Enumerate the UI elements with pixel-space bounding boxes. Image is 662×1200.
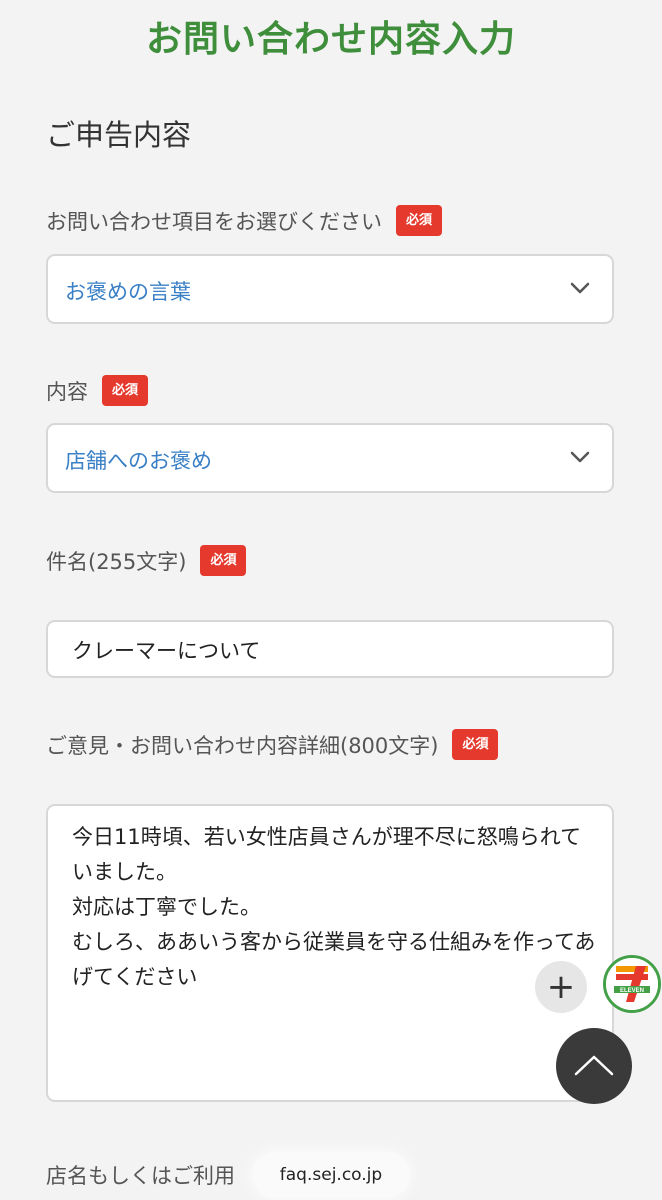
scroll-to-top-button[interactable] — [556, 1028, 632, 1104]
inquiry-item-label-text: お問い合わせ項目をお選びください — [46, 209, 382, 234]
svg-text:ELEVEN: ELEVEN — [620, 988, 644, 994]
content-select[interactable]: 店舗へのお褒め — [46, 423, 614, 493]
content-label-text: 内容 — [46, 379, 88, 404]
section-heading: ご申告内容 — [46, 118, 192, 152]
detail-label-text: ご意見・お問い合わせ内容詳細(800文字) — [46, 733, 439, 758]
detail-label: ご意見・お問い合わせ内容詳細(800文字) 必須 — [46, 729, 499, 760]
subject-input[interactable]: クレーマーについて — [46, 620, 614, 678]
detail-textarea[interactable]: 今日11時頃、若い女性店員さんが理不尽に怒鳴られていました。 対応は丁寧でした。… — [46, 804, 614, 1102]
store-name-label: 店名もしくはご利用 — [46, 1164, 235, 1188]
inquiry-item-value: お褒めの言葉 — [65, 280, 191, 304]
page-title: お問い合わせ内容入力 — [145, 19, 516, 60]
detail-value: 今日11時頃、若い女性店員さんが理不尽に怒鳴られていました。 対応は丁寧でした。… — [72, 825, 596, 989]
content-value: 店舗へのお褒め — [65, 449, 212, 473]
required-badge: 必須 — [200, 545, 247, 576]
subject-value: クレーマーについて — [72, 639, 261, 663]
required-badge: 必須 — [396, 205, 443, 236]
address-bar[interactable]: faq.sej.co.jp — [252, 1152, 410, 1198]
inquiry-item-label: お問い合わせ項目をお選びください 必須 — [46, 205, 443, 236]
seven-eleven-logo-icon: ELEVEN — [606, 958, 658, 1010]
inquiry-item-select[interactable]: お褒めの言葉 — [46, 254, 614, 324]
required-badge: 必須 — [452, 729, 499, 760]
chevron-up-icon — [574, 1055, 614, 1076]
add-button[interactable]: + — [535, 961, 587, 1013]
subject-label-text: 件名(255文字) — [46, 549, 187, 574]
content-label: 内容 必須 — [46, 375, 149, 406]
required-badge: 必須 — [102, 375, 149, 406]
subject-label: 件名(255文字) 必須 — [46, 545, 247, 576]
seven-eleven-logo[interactable]: ELEVEN — [603, 955, 661, 1013]
chevron-down-icon — [570, 451, 590, 463]
chevron-down-icon — [570, 282, 590, 294]
